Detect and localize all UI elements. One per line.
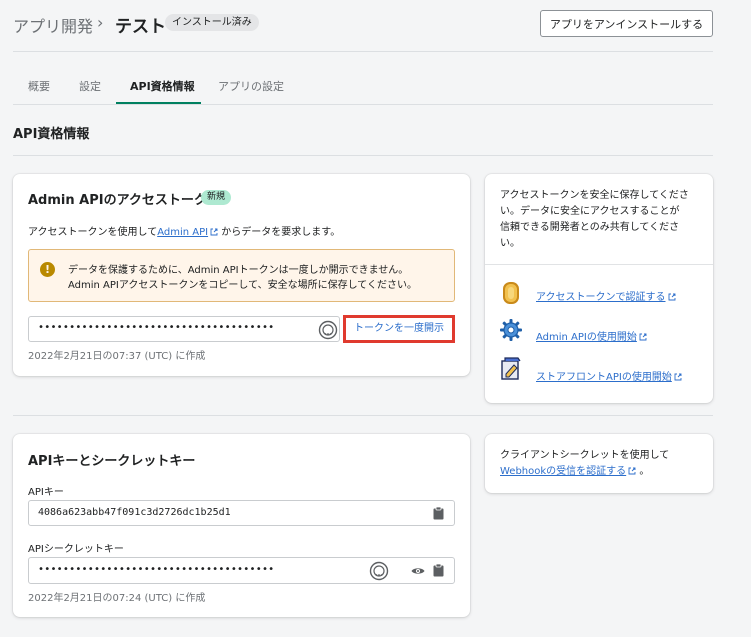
keys-card-title: APIキーとシークレットキー [28,454,196,469]
webhook-help-line2: Webhookの受信を認証する 。 [500,464,649,480]
help-text-line: 信頼できる開発者とのみ共有してくださ [500,222,680,233]
section-divider [13,415,713,416]
banner-text-line2: Admin APIアクセストークンをコピーして、安全な場所に保存してください。 [68,280,417,291]
new-badge: 新規 [201,190,232,205]
api-key-label: APIキー [28,487,64,498]
hidden-value-icon[interactable] [369,561,389,581]
copy-clipboard-icon[interactable] [433,564,444,577]
secret-masked-value: •••••••••••••••••••••••••••••••••••••• [38,564,275,575]
divider [13,51,713,52]
tab-configuration[interactable]: 設定 [79,78,101,94]
tab-app-settings[interactable]: アプリの設定 [218,78,284,94]
card-divider [485,264,713,265]
api-key-value: 4086a623abb47f091c3d2726dc1b25d1 [38,507,231,518]
external-link-icon [674,373,682,381]
storefront-icon [501,357,521,380]
copy-clipboard-icon[interactable] [433,507,444,520]
external-link-icon [668,293,675,301]
webhook-help-line1: クライアントシークレットを使用して [500,450,670,461]
gear-icon [500,319,522,341]
page-title: テスト [115,17,166,37]
side-link-authenticate-token[interactable]: アクセストークンで認証する [536,288,676,303]
external-link-icon [639,333,647,341]
token-created-timestamp: 2022年2月21日の07:37 (UTC) に作成 [28,351,206,362]
admin-api-link[interactable]: Admin API [157,227,208,238]
help-text-line: アクセストークンを安全に保存してくださ [500,190,689,201]
admin-card-description: アクセストークンを使用してAdmin API からデータを要求します。 [28,223,340,238]
coin-icon [503,282,519,304]
side-link-storefront-api-start[interactable]: ストアフロントAPIの使用開始 [536,368,682,383]
side-link-admin-api-start[interactable]: Admin APIの使用開始 [536,328,647,343]
help-text-line: い。 [500,238,520,249]
webhook-help-period: 。 [639,466,650,477]
status-badge: インストール済み [165,14,259,31]
breadcrumb-parent[interactable]: アプリ開発 [13,13,93,37]
external-link-icon [628,467,636,475]
description-text: アクセストークンを使用して [28,227,158,238]
uninstall-app-button[interactable]: アプリをアンインストールする [540,10,713,37]
tab-overview[interactable]: 概要 [28,78,50,94]
show-eye-icon[interactable] [411,566,425,576]
banner-text-line1: データを保護するために、Admin APIトークンは一度しか開示できません。 [68,265,409,276]
breadcrumb-separator-icon: › [97,13,104,32]
reveal-token-once-button[interactable]: トークンを一度開示 [343,315,455,343]
help-text-line: い。データに安全にアクセスすることが [500,206,680,217]
external-link-icon [210,228,218,236]
admin-card-title: Admin APIのアクセストークン [28,193,220,208]
token-masked-value: •••••••••••••••••••••••••••••••••••••• [38,322,275,333]
webhook-verify-link[interactable]: Webhookの受信を認証する [500,466,626,477]
secret-key-field[interactable]: •••••••••••••••••••••••••••••••••••••• [28,557,455,584]
tabs-divider [13,104,713,105]
section-divider [13,155,713,156]
hidden-value-icon[interactable] [318,320,338,340]
description-text: からデータを要求します。 [221,227,341,238]
token-help-text: アクセストークンを安全に保存してくださ い。データに安全にアクセスすることが 信… [500,188,706,252]
access-token-field[interactable]: •••••••••••••••••••••••••••••••••••••• [28,316,340,342]
section-title: API資格情報 [13,127,90,142]
warning-icon: ! [40,262,55,277]
keys-created-timestamp: 2022年2月21日の07:24 (UTC) に作成 [28,593,206,604]
api-key-field[interactable]: 4086a623abb47f091c3d2726dc1b25d1 [28,500,455,526]
secret-key-label: APIシークレットキー [28,544,124,555]
warning-banner: ! データを保護するために、Admin APIトークンは一度しか開示できません。… [28,249,455,302]
tab-api-credentials[interactable]: API資格情報 [130,78,195,94]
